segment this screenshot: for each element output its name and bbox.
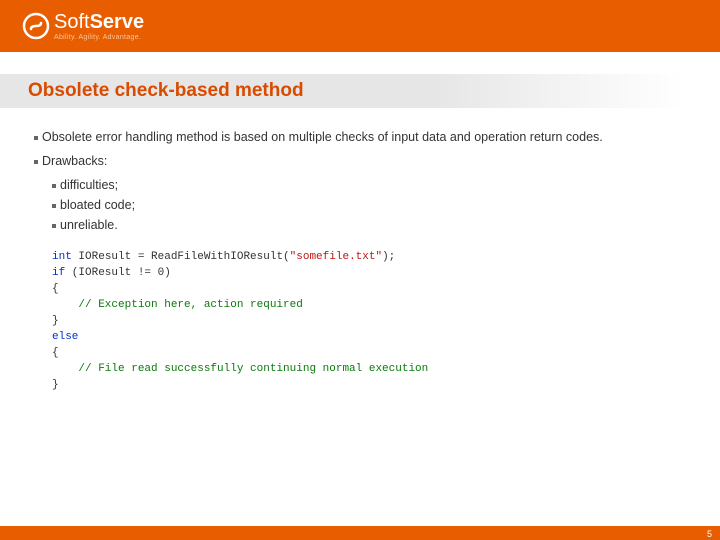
bullet-text: Obsolete error handling method is based …: [42, 130, 603, 144]
logo-tagline: Ability. Agility. Advantage.: [54, 34, 144, 41]
page-number: 5: [707, 529, 712, 539]
logo-wordmark: SoftServe: [54, 12, 144, 32]
bullet-icon: [52, 204, 56, 208]
bullet-item: Obsolete error handling method is based …: [34, 130, 686, 144]
bullet-text: difficulties;: [60, 178, 118, 192]
code-block: int IOResult = ReadFileWithIOResult("som…: [52, 250, 686, 393]
header-bar: SoftServe Ability. Agility. Advantage.: [0, 0, 720, 52]
bullet-icon: [52, 224, 56, 228]
sub-list: difficulties; bloated code; unreliable.: [52, 178, 686, 232]
logo: SoftServe Ability. Agility. Advantage.: [22, 12, 144, 41]
bullet-icon: [34, 160, 38, 164]
slide-title: Obsolete check-based method: [28, 80, 304, 101]
slide-content: Obsolete error handling method is based …: [0, 108, 720, 393]
sub-bullet-item: unreliable.: [52, 218, 686, 232]
sub-bullet-item: bloated code;: [52, 198, 686, 212]
bullet-icon: [52, 184, 56, 188]
bullet-text: unreliable.: [60, 218, 118, 232]
footer-bar: 5: [0, 526, 720, 540]
slide-title-band: Obsolete check-based method: [0, 74, 720, 108]
sub-bullet-item: difficulties;: [52, 178, 686, 192]
logo-icon: [22, 12, 50, 40]
bullet-item: Drawbacks:: [34, 154, 686, 168]
bullet-icon: [34, 136, 38, 140]
bullet-text: bloated code;: [60, 198, 135, 212]
bullet-text: Drawbacks:: [42, 154, 107, 168]
